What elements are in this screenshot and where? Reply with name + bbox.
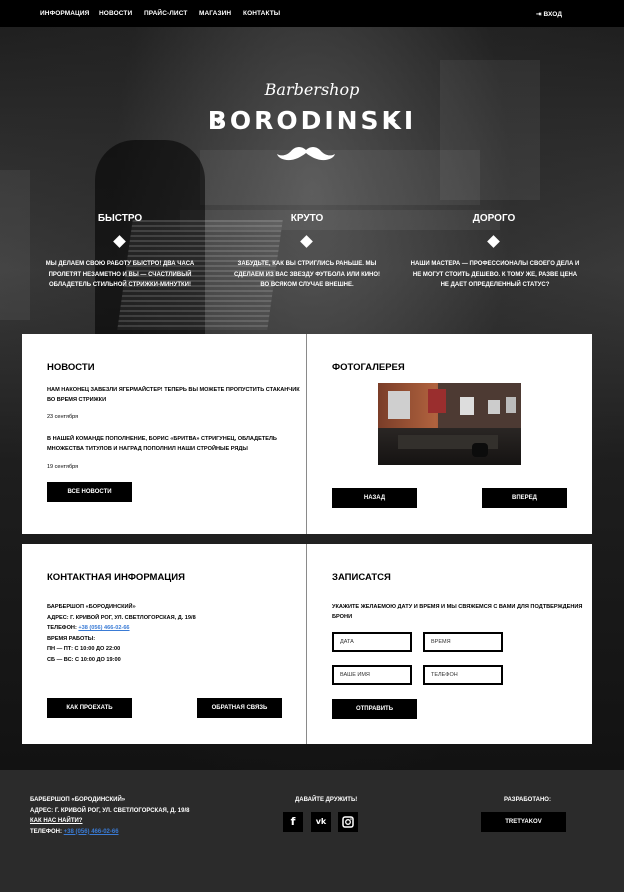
instagram-icon[interactable]	[338, 812, 358, 832]
footer-name: БАРБЕРШОП «БОРОДИНСКИЙ»	[30, 797, 126, 803]
login-link[interactable]: ⇥ ВХОД	[536, 10, 562, 18]
vk-icon[interactable]: vk	[311, 812, 331, 832]
top-nav: ИНФОРМАЦИЯ НОВОСТИ ПРАЙС-ЛИСТ МАГАЗИН КО…	[0, 0, 624, 27]
facebook-icon[interactable]: f	[283, 812, 303, 832]
feature-cool-title: КРУТО	[290, 213, 324, 224]
phone-field[interactable]: ТЕЛЕФОН	[423, 665, 503, 685]
booking-title: ЗАПИСАТСЯ	[332, 572, 391, 583]
feedback-button[interactable]: ОБРАТНАЯ СВЯЗЬ	[197, 698, 282, 718]
logo-brand-text: BORODINSKI	[207, 106, 417, 135]
contacts-phone-link[interactable]: +38 (056) 466-02-66	[78, 625, 129, 631]
footer-phone-link[interactable]: +38 (056) 466-02-66	[64, 829, 119, 835]
booking-instructions: УКАЖИТЕ ЖЕЛАЕМОЮ ДАТУ И ВРЕМЯ И МЫ СВЯЖЕ…	[332, 604, 583, 620]
contacts-hours-title: ВРЕМЯ РАБОТЫ:	[47, 635, 96, 642]
card-divider-2	[306, 544, 307, 744]
feature-fast-title: БЫСТРО	[97, 213, 143, 224]
card-divider	[306, 334, 307, 534]
developer-title: РАЗРАБОТАНО:	[504, 797, 551, 803]
submit-button[interactable]: ОТПРАВИТЬ	[332, 699, 417, 719]
news-item-2[interactable]: В НАШЕЙ КОМАНДЕ ПОПОЛНЕНИЕ, БОРИС «БРИТВ…	[47, 434, 277, 454]
time-field[interactable]: ВРЕМЯ	[423, 632, 503, 652]
news-item-2-date: 19 сентября	[47, 464, 79, 470]
contacts-name: БАРБЕРШОП «БОРОДИНСКИЙ»	[47, 604, 136, 610]
news-title: НОВОСТИ	[47, 362, 95, 373]
news-item-1[interactable]: НАМ НАКОНЕЦ ЗАВЕЗЛИ ЯГЕРМАЙСТЕР! ТЕПЕРЬ …	[47, 385, 300, 405]
gallery-photo	[378, 383, 521, 465]
contacts-hours-weekdays: ПН — ПТ: С 10:00 ДО 22:00	[47, 646, 121, 652]
nav-item-contacts[interactable]: КОНТАКТЫ	[243, 10, 280, 17]
contacts-phone-row: ТЕЛЕФОН: +38 (056) 466-02-66	[47, 625, 130, 631]
footer-phone-row: ТЕЛЕФОН: +38 (056) 466-02-66	[30, 828, 119, 835]
nav-item-news[interactable]: НОВОСТИ	[99, 10, 132, 17]
footer-contacts: БАРБЕРШОП «БОРОДИНСКИЙ» АДРЕС: Г. КРИВОЙ…	[30, 795, 189, 837]
nav-item-shop[interactable]: МАГАЗИН	[199, 10, 231, 17]
login-icon: ⇥	[536, 11, 542, 18]
route-button[interactable]: КАК ПРОЕХАТЬ	[47, 698, 132, 718]
news-item-1-date: 23 сентября	[47, 414, 79, 420]
feature-expensive-title: ДОРОГО	[472, 213, 516, 224]
logo-script-text: Barbershop	[264, 80, 360, 99]
footer-address: АДРЕС: Г. КРИВОЙ РОГ, УЛ. СВЕТЛОГОРСКАЯ,…	[30, 807, 190, 814]
developer-button[interactable]: TRETYAKOV	[481, 812, 566, 832]
contacts-info: БАРБЕРШОП «БОРОДИНСКИЙ» АДРЕС: Г. КРИВОЙ…	[47, 602, 196, 665]
gallery-prev-button[interactable]: НАЗАД	[332, 488, 417, 508]
footer-find-link[interactable]: КАК НАС НАЙТИ?	[30, 816, 189, 827]
date-field[interactable]: ДАТА	[332, 632, 412, 652]
mustache-icon	[277, 147, 335, 161]
gallery-next-button[interactable]: ВПЕРЕД	[482, 488, 567, 508]
contacts-title: КОНТАКТНАЯ ИНФОРМАЦИЯ	[47, 572, 185, 583]
nav-item-pricelist[interactable]: ПРАЙС-ЛИСТ	[144, 10, 187, 17]
name-field[interactable]: ВАШЕ ИМЯ	[332, 665, 412, 685]
feature-expensive-text: НАШИ МАСТЕРА — ПРОФЕССИОНАЛЫ СВОЕГО ДЕЛА…	[410, 261, 580, 288]
contacts-address: АДРЕС: Г. КРИВОЙ РОГ, УЛ. СВЕТЛОГОРСКАЯ,…	[47, 614, 196, 621]
social-title: ДАВАЙТЕ ДРУЖИТЬ!	[295, 797, 358, 803]
contacts-hours-weekend: СБ — ВС: С 10:00 ДО 19:00	[47, 656, 121, 663]
all-news-button[interactable]: ВСЕ НОВОСТИ	[47, 482, 132, 502]
nav-item-info[interactable]: ИНФОРМАЦИЯ	[40, 10, 89, 17]
login-label: ВХОД	[543, 11, 563, 18]
feature-fast-text: МЫ ДЕЛАЕМ СВОЮ РАБОТУ БЫСТРО! ДВА ЧАСА ПР…	[45, 261, 195, 288]
gallery-title: ФОТОГАЛЕРЕЯ	[332, 362, 405, 373]
feature-cool-text: ЗАБУДЬТЕ, КАК ВЫ СТРИГЛИСЬ РАНЬШЕ. МЫ СДЕ…	[233, 261, 381, 288]
